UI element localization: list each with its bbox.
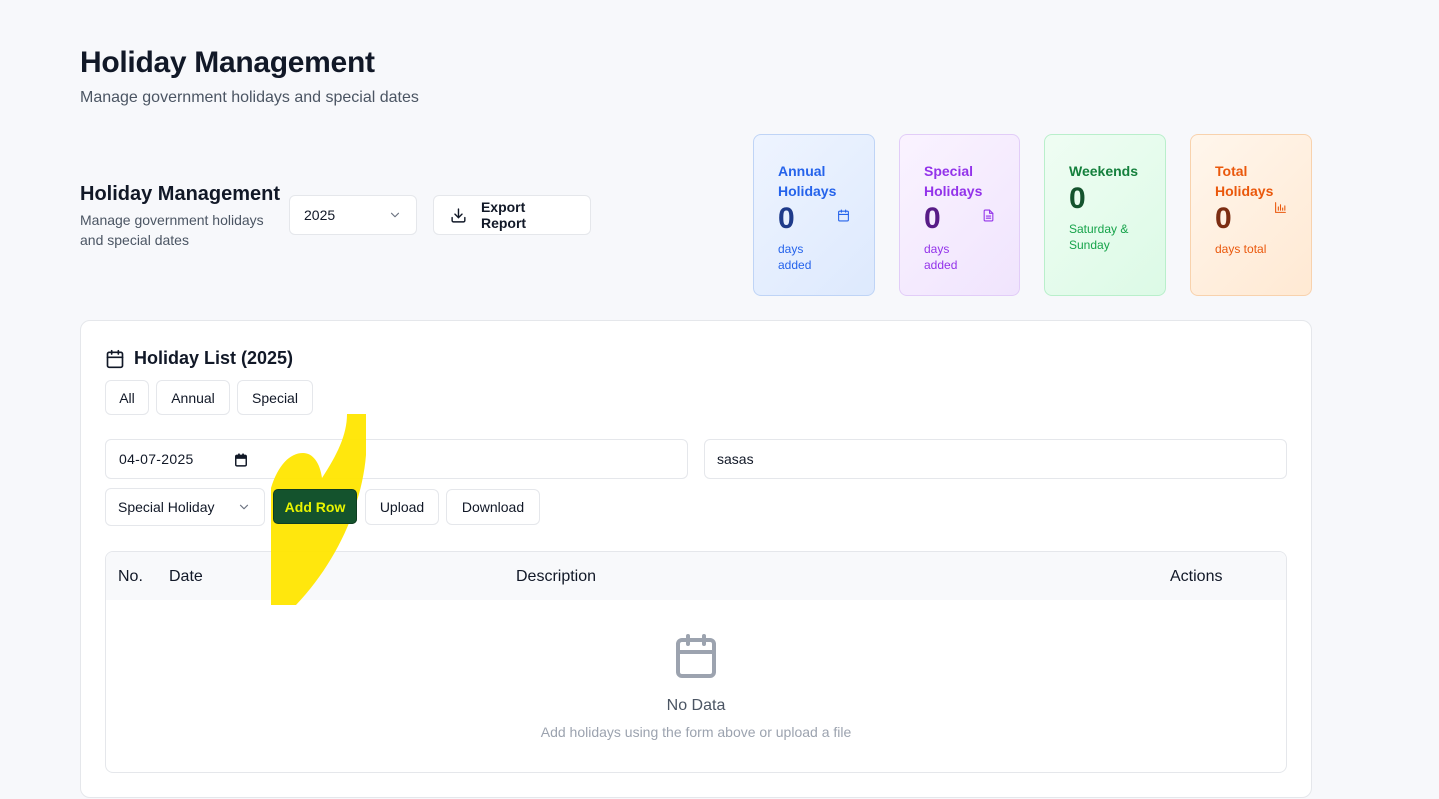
weekends-label: Weekends [1069, 163, 1138, 179]
date-field[interactable]: 04-07-2025 [105, 439, 688, 479]
total-holidays-sub: days total [1215, 242, 1267, 256]
filter-annual-button[interactable]: Annual [156, 380, 230, 415]
special-holidays-sub: days added [924, 242, 958, 272]
filter-all-button[interactable]: All [105, 380, 149, 415]
calendar-icon [676, 634, 716, 678]
calendar-icon [106, 349, 124, 368]
holiday-list-panel: Holiday List (2025) All Annual Special 0… [80, 320, 1312, 798]
special-holidays-card: Special Holidays 0 days added [899, 134, 1020, 296]
total-holidays-card: Total Holidays 0 days total [1190, 134, 1312, 296]
column-header-no: No. [118, 568, 143, 585]
page-subtitle: Manage government holidays and special d… [80, 89, 419, 106]
annual-holidays-card: Annual Holidays 0 days added [753, 134, 875, 296]
empty-state-subtitle: Add holidays using the form above or upl… [540, 724, 852, 740]
section-title: Holiday Management [80, 183, 281, 205]
filter-special-button[interactable]: Special [237, 380, 313, 415]
download-button[interactable]: Download [446, 489, 540, 525]
holiday-list-header: Holiday List (2025) [105, 348, 293, 369]
document-icon [983, 209, 994, 222]
chevron-down-icon [239, 504, 249, 510]
page-title: Holiday Management [80, 46, 375, 79]
weekends-sub: Saturday & Sunday [1069, 222, 1129, 252]
column-header-date: Date [169, 568, 203, 585]
download-icon [451, 207, 466, 223]
export-report-label: Export Report [480, 199, 527, 231]
weekends-value: 0 [1069, 182, 1086, 215]
description-field-value: sasas [717, 451, 754, 467]
year-select-value: 2025 [304, 207, 336, 223]
upload-button[interactable]: Upload [365, 489, 439, 525]
export-report-button[interactable]: Export Report [433, 195, 591, 235]
annual-holidays-sub: days added [778, 242, 812, 272]
empty-state-title: No Data [666, 697, 726, 714]
annual-holidays-label: Annual Holidays [778, 163, 837, 199]
total-holidays-label: Total Holidays [1215, 163, 1274, 199]
bar-chart-icon [1275, 202, 1286, 213]
calendar-picker-icon[interactable] [234, 453, 248, 467]
chevron-down-icon [390, 212, 400, 218]
empty-state: No Data Add holidays using the form abov… [106, 632, 1286, 740]
description-field[interactable]: sasas [704, 439, 1287, 479]
holiday-type-select[interactable]: Special Holiday [105, 488, 265, 526]
weekends-card: Weekends 0 Saturday & Sunday [1044, 134, 1166, 296]
holiday-type-value: Special Holiday [118, 499, 215, 515]
year-select[interactable]: 2025 [289, 195, 417, 235]
holiday-table: No. Date Description Actions No Data Add… [105, 551, 1287, 773]
add-row-button-overlay[interactable]: Add Row [273, 489, 357, 524]
column-header-description: Description [516, 568, 597, 585]
column-header-actions: Actions [1170, 568, 1223, 585]
holiday-list-title: Holiday List (2025) [134, 348, 294, 368]
section-subtitle: Manage government holidays and special d… [80, 212, 264, 248]
table-header-row: No. Date Description Actions [106, 552, 1286, 600]
calendar-icon [838, 209, 849, 222]
special-holidays-label: Special Holidays [924, 163, 983, 199]
date-field-value: 04-07-2025 [119, 451, 194, 467]
